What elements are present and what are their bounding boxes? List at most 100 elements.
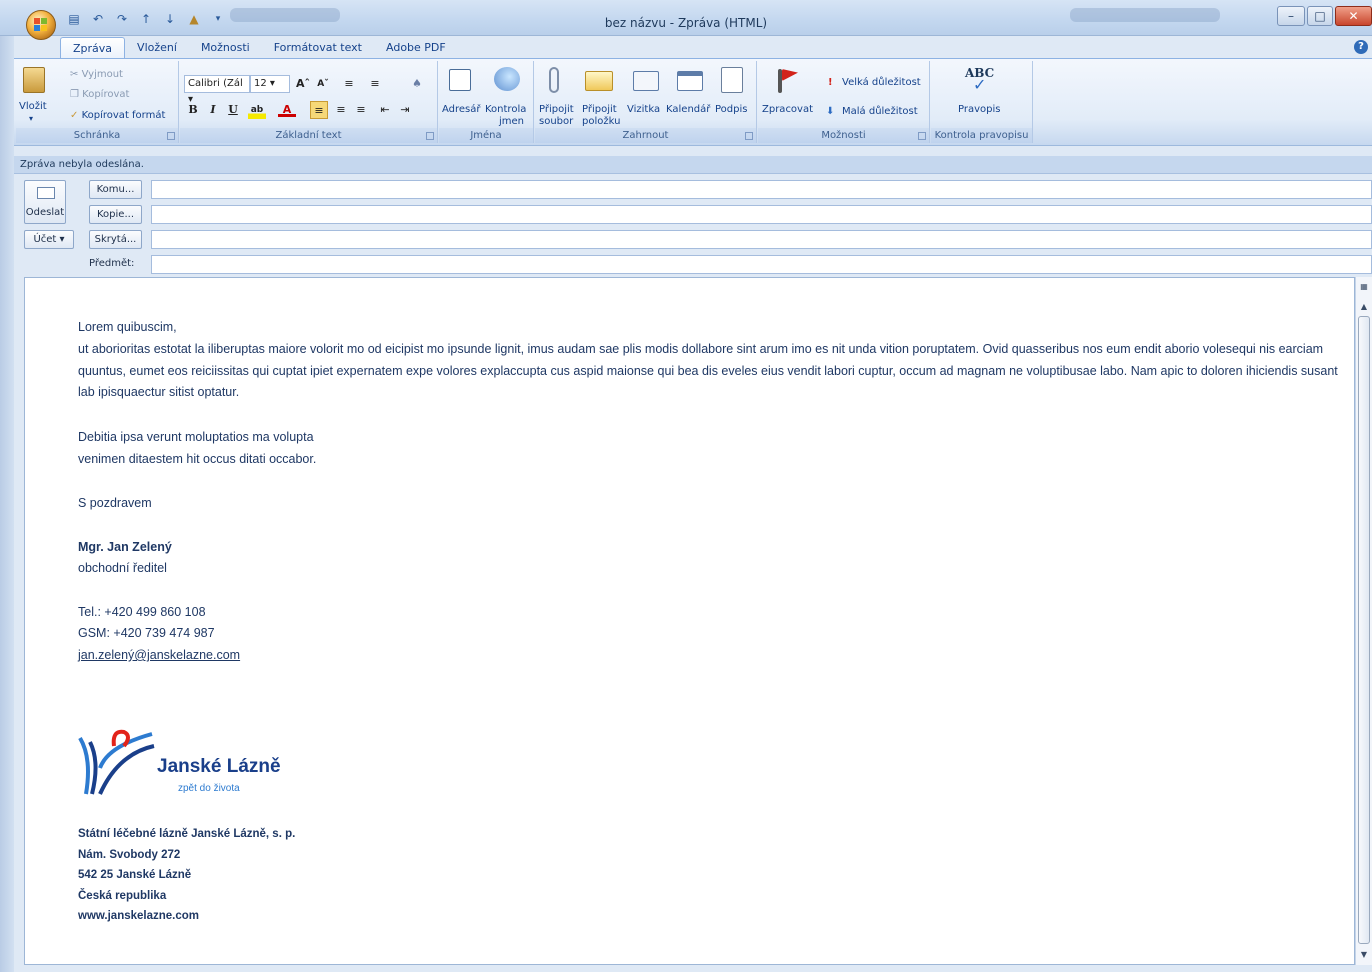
scroll-up-icon[interactable]: ▲ [1358, 302, 1370, 312]
attach-item-button[interactable]: Připojit [582, 104, 617, 116]
footer-web: www.janskelazne.com [78, 910, 200, 922]
cut-button[interactable]: ✂ Vyjmout [70, 69, 123, 81]
group-label-options: Možnosti [758, 128, 929, 143]
address-area: Odeslat Účet ▾ Komu... Kopie... Skrytá..… [14, 174, 1372, 276]
styles-icon[interactable]: ♠ [408, 75, 426, 93]
group-label-proofing: Kontrola pravopisu [931, 128, 1032, 143]
office-button[interactable] [26, 10, 56, 40]
logo-name: Janské Lázně [157, 756, 281, 777]
group-include: Připojit soubor Připojit položku Vizitka… [535, 61, 757, 143]
tab-formatovat-text[interactable]: Formátovat text [262, 37, 374, 59]
paperclip-icon[interactable] [549, 67, 559, 93]
signature-email-link[interactable]: jan.zelený@janskelazne.com [78, 645, 240, 666]
decrease-indent-icon[interactable]: ⇤ [376, 101, 394, 119]
high-importance-button[interactable]: Velká důležitost [842, 77, 921, 89]
highlight-icon[interactable]: ab [248, 101, 266, 119]
check-names-button[interactable]: Kontrola [485, 104, 526, 116]
basic-text-launcher-icon[interactable] [426, 132, 434, 140]
maximize-button[interactable]: □ [1307, 6, 1333, 26]
tab-adobe-pdf[interactable]: Adobe PDF [374, 37, 458, 59]
italic-icon[interactable]: I [204, 101, 222, 119]
attach-file-button[interactable]: Připojit [539, 104, 574, 116]
bold-icon[interactable]: B [184, 101, 202, 119]
business-card-button[interactable]: Vizitka [627, 104, 660, 116]
brush-icon: ✓ [70, 110, 79, 121]
font-size-value: 12 [254, 78, 267, 89]
greeting: Lorem quibuscim, [78, 320, 177, 334]
subject-label: Předmět: [89, 258, 135, 269]
account-button[interactable]: Účet ▾ [24, 230, 74, 249]
follow-up-button[interactable]: Zpracovat [762, 104, 813, 116]
address-book-icon[interactable] [449, 69, 471, 91]
body-line-1: Debitia ipsa verunt moluptatios ma volup… [78, 430, 314, 444]
minimize-button[interactable]: – [1277, 6, 1305, 26]
increase-indent-icon[interactable]: ⇥ [396, 101, 414, 119]
tab-vlozeni[interactable]: Vložení [125, 37, 189, 59]
tab-zprava[interactable]: Zpráva [60, 37, 126, 59]
shrink-font-icon[interactable]: Aˇ [314, 75, 332, 93]
grow-font-icon[interactable]: Aˆ [294, 75, 312, 93]
paste-icon[interactable] [23, 67, 45, 93]
spelling-button[interactable]: Pravopis [958, 104, 1000, 116]
group-proofing: ABC ✓ Pravopis Kontrola pravopisu [931, 61, 1033, 143]
signature-position: obchodní ředitel [78, 561, 167, 575]
to-field[interactable] [151, 180, 1372, 199]
align-left-icon[interactable]: ≡ [310, 101, 328, 119]
font-size-select[interactable]: 12 ▾ [250, 75, 290, 93]
low-importance-button[interactable]: Malá důležitost [842, 106, 918, 118]
window-title: bez názvu - Zpráva (HTML) [604, 16, 768, 30]
ruler-toggle-icon[interactable]: ▦ [1358, 282, 1370, 292]
signature-gsm: GSM: +420 739 474 987 [78, 626, 215, 640]
group-clipboard: Vložit ▾ ✂ Vyjmout ❐ Kopírovat ✓ Kopírov… [16, 61, 179, 143]
bcc-button[interactable]: Skrytá... [89, 230, 142, 249]
bullets-icon[interactable]: ≡ [340, 75, 358, 93]
options-launcher-icon[interactable] [918, 132, 926, 140]
scroll-down-icon[interactable]: ▼ [1358, 950, 1370, 960]
signature-icon[interactable] [721, 67, 743, 93]
attach-file-label-line2: soubor [539, 116, 574, 127]
body-line-2: venimen ditaestem hit occus ditati occab… [78, 452, 317, 466]
font-color-icon[interactable]: A [278, 101, 296, 117]
closing: S pozdravem [78, 496, 152, 510]
flag-icon[interactable] [782, 69, 798, 81]
close-button[interactable]: ✕ [1335, 6, 1372, 26]
cut-label: Vyjmout [81, 69, 123, 80]
send-button[interactable]: Odeslat [24, 180, 66, 224]
to-button[interactable]: Komu... [89, 180, 142, 199]
account-label: Účet [33, 234, 57, 245]
scissors-icon: ✂ [70, 69, 79, 80]
address-book-button[interactable]: Adresář [442, 104, 481, 116]
help-icon[interactable]: ? [1354, 40, 1368, 54]
paste-button[interactable]: Vložit [19, 101, 47, 113]
calendar-button[interactable]: Kalendář [666, 104, 710, 116]
numbering-icon[interactable]: ≡ [366, 75, 384, 93]
signature-button[interactable]: Podpis [715, 104, 747, 116]
calendar-icon[interactable] [677, 71, 703, 91]
cc-field[interactable] [151, 205, 1372, 224]
tab-moznosti[interactable]: Možnosti [189, 37, 262, 59]
align-center-icon[interactable]: ≡ [332, 101, 350, 119]
underline-icon[interactable]: U [224, 101, 242, 119]
check-names-icon[interactable] [494, 67, 520, 91]
bcc-field[interactable] [151, 230, 1372, 249]
copy-button[interactable]: ❐ Kopírovat [70, 89, 129, 101]
signature-name: Mgr. Jan Zelený [78, 540, 172, 554]
subject-field[interactable] [151, 255, 1372, 274]
paste-dropdown-icon[interactable]: ▾ [29, 113, 33, 125]
include-launcher-icon[interactable] [745, 132, 753, 140]
font-name-select[interactable]: Calibri (Zál ▾ [184, 75, 250, 105]
align-right-icon[interactable]: ≡ [352, 101, 370, 119]
copy-icon: ❐ [70, 89, 79, 100]
ribbon-tabs: Zpráva Vložení Možnosti Formátovat text … [60, 37, 458, 59]
format-painter-button[interactable]: ✓ Kopírovat formát [70, 110, 165, 122]
attach-item-label-line2: položku [582, 116, 621, 127]
body-paragraph: ut aborioritas estotat la iliberuptas ma… [78, 342, 1338, 399]
envelope-icon[interactable] [585, 71, 613, 91]
clipboard-launcher-icon[interactable] [167, 132, 175, 140]
scrollbar-thumb[interactable] [1358, 316, 1370, 944]
business-card-icon[interactable] [633, 71, 659, 91]
checkmark-icon: ✓ [973, 75, 987, 94]
cc-button[interactable]: Kopie... [89, 205, 142, 224]
group-options: Zpracovat ! Velká důležitost ⬇ Malá důle… [758, 61, 930, 143]
group-label-basic-text: Základní text [180, 128, 437, 143]
